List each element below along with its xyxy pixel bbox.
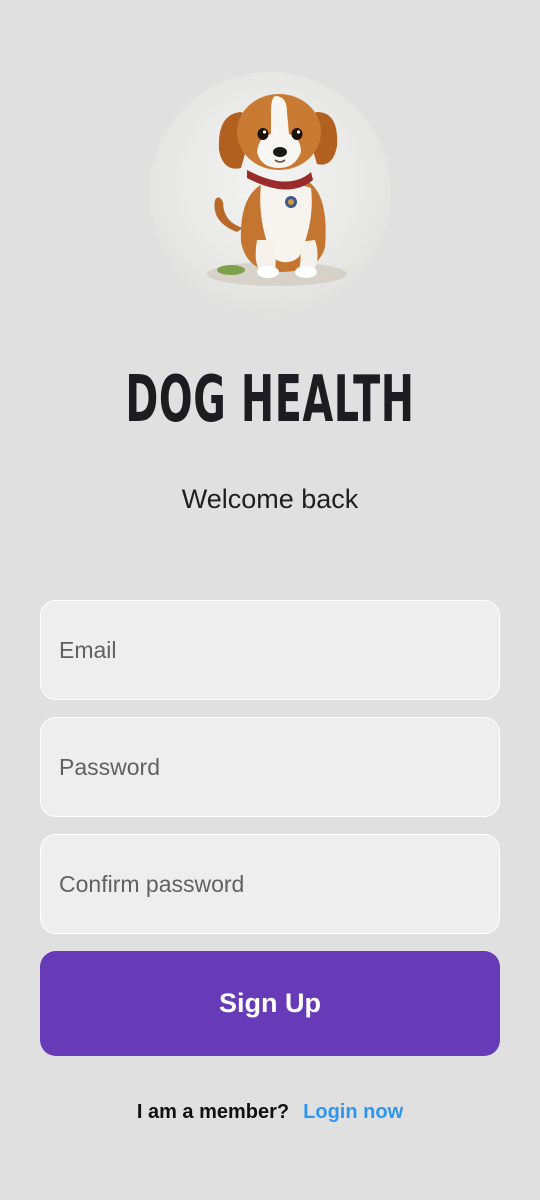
login-now-link[interactable]: Login now: [303, 1101, 403, 1123]
welcome-subtitle: Welcome back: [181, 484, 359, 514]
confirm-password-field[interactable]: [40, 834, 500, 934]
password-field[interactable]: [40, 717, 500, 817]
sign-up-button[interactable]: Sign Up: [40, 951, 500, 1056]
dog-icon: [207, 94, 347, 286]
confirm-password-input[interactable]: [41, 835, 499, 933]
login-prompt: I am a member? Login now: [0, 1097, 540, 1127]
password-input[interactable]: [41, 718, 499, 816]
dog-avatar-image: [149, 72, 391, 314]
signup-screen: DOG HEALTH Welcome back Sign Up I am a m…: [0, 0, 540, 1200]
email-input[interactable]: [41, 601, 499, 699]
member-text: I am a member?: [136, 1101, 290, 1123]
app-title: DOG HEALTH: [125, 363, 415, 437]
email-field[interactable]: [40, 600, 500, 700]
